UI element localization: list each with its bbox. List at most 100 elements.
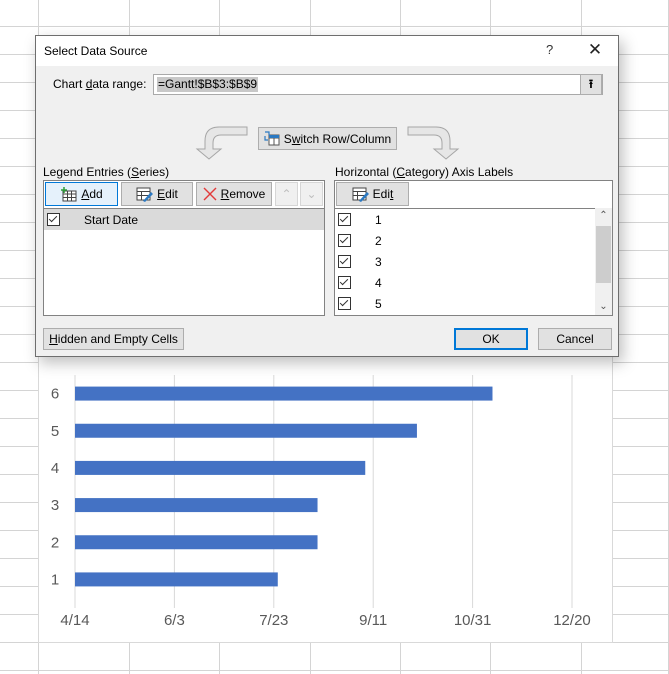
sheet-row-line [0, 26, 669, 27]
chart-data-range-value[interactable]: =Gantt!$B$3:$B$9 [157, 77, 259, 92]
y-tick-label: 1 [51, 571, 59, 588]
axis-label-item[interactable]: 4 [335, 272, 382, 293]
edit-label: Edit [157, 187, 178, 201]
scrollbar-thumb[interactable] [596, 226, 611, 283]
label-text: Legend Entries ( [43, 165, 132, 179]
x-tick-label: 10/31 [454, 612, 492, 629]
y-tick-label: 5 [51, 423, 59, 440]
move-up-button[interactable]: ⌃ [275, 182, 298, 206]
axis-labels-scrollbar[interactable]: ⌃ ⌄ [595, 208, 612, 315]
add-table-icon [61, 186, 77, 201]
switch-row-column-label: Switch Row/Column [284, 132, 391, 146]
axis-label-checkbox[interactable] [338, 234, 351, 247]
help-button[interactable]: ? [546, 42, 553, 57]
axis-label-item[interactable]: 1 [335, 209, 382, 230]
remove-x-icon [203, 187, 217, 201]
y-tick-label: 2 [51, 534, 59, 551]
axis-label-text: 3 [375, 254, 382, 269]
label-accel: R [220, 187, 230, 201]
ok-button[interactable]: OK [454, 328, 528, 350]
chart-data-range-label: Chart data range: [53, 77, 146, 91]
edit-axis-label: Edit [373, 187, 394, 201]
close-button[interactable]: ✕ [584, 39, 606, 61]
label-accel: H [49, 332, 58, 346]
scroll-up-icon[interactable]: ⌃ [595, 208, 612, 224]
collapse-dialog-button[interactable]: ⭱ [580, 74, 602, 95]
bar[interactable] [75, 423, 417, 438]
hidden-empty-cells-label: Hidden and Empty Cells [49, 332, 178, 346]
axis-labels-panel: Edit 1 2 3 4 5 ⌃ ⌄ [334, 180, 613, 316]
cancel-button[interactable]: Cancel [538, 328, 612, 350]
bar[interactable] [75, 460, 366, 475]
bar[interactable] [75, 535, 318, 550]
series-checkbox[interactable] [47, 213, 60, 226]
y-tick-label: 6 [51, 386, 59, 403]
axis-labels-label: Horizontal (Category) Axis Labels [335, 165, 513, 179]
label-text: idden and Empty Cells [57, 332, 178, 346]
add-label: Add [81, 187, 102, 201]
axis-label-checkbox[interactable] [338, 213, 351, 226]
label-accel: S [131, 165, 140, 179]
dialog-title-bar: Select Data Source ? ✕ [36, 36, 618, 66]
x-tick-label: 12/20 [553, 612, 591, 629]
edit-axis-labels-button[interactable]: Edit [336, 182, 409, 206]
label-text: Horizontal ( [335, 165, 397, 179]
sheet-row-line [0, 670, 669, 671]
legend-entries-label: Legend Entries (Series) [43, 165, 169, 179]
switch-row-column-icon [264, 131, 280, 146]
series-name: Start Date [84, 212, 139, 227]
gantt-chart[interactable]: 4/14 6/3 7/23 9/11 10/31 12/20 1 2 3 4 5 6 [38, 340, 613, 643]
label-text: emove [229, 187, 266, 201]
x-tick-label: 7/23 [259, 612, 288, 629]
y-tick-label: 3 [51, 497, 59, 514]
label-text: ata range: [92, 77, 147, 91]
label-text: Edi [372, 187, 390, 201]
move-down-button[interactable]: ⌄ [300, 182, 323, 206]
label-text: ategory) Axis Labels [405, 165, 514, 179]
label-text: dit [165, 187, 178, 201]
add-series-button[interactable]: Add [45, 182, 118, 206]
edit-table-icon [136, 187, 154, 202]
remove-label: Remove [221, 187, 266, 201]
remove-series-button[interactable]: Remove [196, 182, 272, 206]
chart-data-range-input[interactable]: =Gantt!$B$3:$B$9 [153, 74, 603, 95]
label-text: S [283, 131, 292, 146]
axis-label-checkbox[interactable] [338, 297, 351, 310]
axis-label-text: 1 [375, 212, 382, 227]
axis-label-checkbox[interactable] [338, 276, 351, 289]
axis-label-text: 5 [375, 296, 382, 311]
chart-plot: 4/14 6/3 7/23 9/11 10/31 12/20 1 2 3 4 5 6 [51, 375, 591, 629]
chevron-up-icon: ⌃ [281, 187, 292, 201]
switch-row-column-button[interactable]: Switch Row/Column [258, 127, 397, 150]
select-data-source-dialog: Select Data Source ? ✕ Chart data range:… [35, 35, 619, 357]
axis-label-text: 4 [375, 275, 382, 290]
label-text: Chart [53, 77, 86, 91]
label-accel: C [396, 165, 406, 179]
legend-entries-panel: Add Edit Remove ⌃ ⌄ Start Date [43, 180, 325, 316]
edit-table-icon [352, 187, 369, 202]
axis-label-item[interactable]: 5 [335, 293, 382, 314]
axis-label-item[interactable]: 3 [335, 251, 382, 272]
chevron-down-icon: ⌄ [306, 187, 317, 201]
left-curved-arrow-icon [195, 126, 248, 160]
label-text: eries) [139, 165, 170, 179]
axis-label-text: 2 [375, 233, 382, 248]
x-tick-label: 4/14 [60, 612, 89, 629]
bar[interactable] [75, 386, 493, 401]
bar[interactable] [75, 572, 278, 587]
label-accel: t [390, 187, 394, 201]
axis-label-item[interactable]: 2 [335, 230, 382, 251]
scroll-down-icon[interactable]: ⌄ [595, 299, 612, 315]
label-text: itch Row/Column [300, 131, 392, 146]
edit-series-button[interactable]: Edit [121, 182, 193, 206]
close-icon: ✕ [587, 40, 603, 59]
series-list-item[interactable]: Start Date [44, 209, 324, 230]
label-accel: E [157, 187, 166, 201]
x-tick-label: 9/11 [359, 612, 387, 629]
y-tick-label: 4 [51, 460, 59, 477]
dialog-title: Select Data Source [44, 44, 148, 58]
hidden-empty-cells-button[interactable]: Hidden and Empty Cells [43, 328, 184, 350]
bar[interactable] [75, 498, 318, 513]
right-curved-arrow-icon [407, 126, 460, 160]
axis-label-checkbox[interactable] [338, 255, 351, 268]
